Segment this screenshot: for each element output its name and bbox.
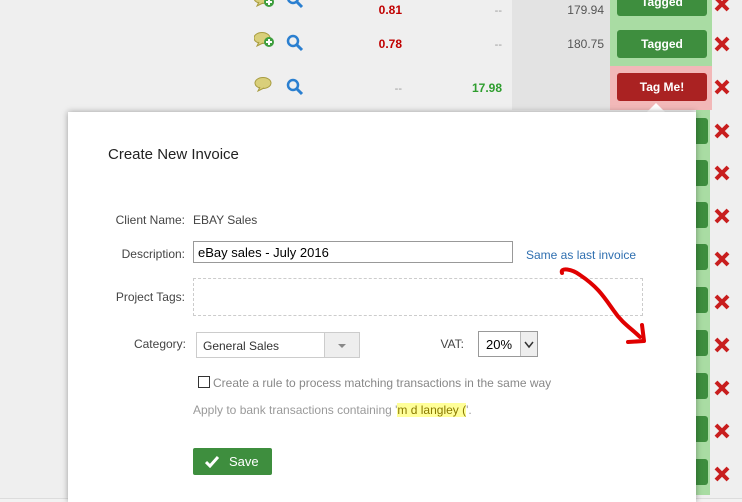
delete-icon[interactable] bbox=[713, 35, 731, 53]
vat-selected-value: 20% bbox=[486, 337, 513, 352]
annotation-arrow bbox=[559, 267, 646, 344]
delete-icon[interactable] bbox=[713, 207, 731, 225]
tagged-button[interactable] bbox=[696, 202, 708, 228]
search-icon[interactable] bbox=[286, 34, 304, 52]
client-name-label: Client Name: bbox=[115, 213, 185, 227]
table-row: -- 17.98 Tag Me! bbox=[0, 66, 742, 111]
tagged-button[interactable] bbox=[696, 459, 708, 485]
comment-add-icon[interactable] bbox=[254, 0, 274, 7]
apply-suffix: '. bbox=[466, 403, 472, 417]
tagged-button[interactable] bbox=[696, 287, 708, 313]
shaded-cell bbox=[512, 66, 610, 110]
delete-icon[interactable] bbox=[713, 379, 731, 397]
tagged-button[interactable]: Tagged bbox=[617, 30, 707, 58]
same-as-last-invoice-link[interactable]: Same as last invoice bbox=[526, 248, 636, 262]
amount-in: 17.98 bbox=[471, 81, 502, 95]
table-row: 0.81 -- 179.94 Tagged bbox=[0, 0, 742, 23]
chevron-down-icon bbox=[524, 341, 534, 349]
tagged-button[interactable]: Tagged bbox=[617, 0, 707, 16]
delete-icon[interactable] bbox=[713, 78, 731, 96]
dialog-title: Create New Invoice bbox=[108, 146, 239, 163]
delete-icon[interactable] bbox=[713, 422, 731, 440]
category-dropdown-button[interactable] bbox=[324, 333, 359, 357]
balance: 180.75 bbox=[567, 37, 604, 51]
save-button[interactable]: Save bbox=[193, 448, 272, 475]
apply-rule-text: Apply to bank transactions containing 'm… bbox=[193, 403, 472, 417]
table-row: 0.78 -- 180.75 Tagged bbox=[0, 22, 742, 67]
comment-icon[interactable] bbox=[254, 77, 274, 92]
tagged-button[interactable] bbox=[696, 373, 708, 399]
client-name-value: EBAY Sales bbox=[193, 213, 258, 227]
project-tags-label: Project Tags: bbox=[115, 290, 185, 304]
delete-icon[interactable] bbox=[713, 336, 731, 354]
vat-label: VAT: bbox=[440, 337, 464, 351]
chevron-down-icon bbox=[338, 344, 346, 348]
description-input[interactable] bbox=[193, 241, 513, 263]
tagged-button[interactable] bbox=[696, 244, 708, 270]
delete-icon[interactable] bbox=[713, 0, 731, 13]
delete-icon[interactable] bbox=[713, 465, 731, 483]
amount-in: -- bbox=[494, 5, 502, 17]
amount-out: -- bbox=[394, 83, 402, 95]
create-rule-label: Create a rule to process matching transa… bbox=[213, 376, 552, 390]
balance: 179.94 bbox=[567, 3, 604, 17]
vat-select[interactable]: 20% bbox=[478, 331, 538, 357]
amount-in: -- bbox=[494, 39, 502, 51]
tagged-button[interactable] bbox=[696, 416, 708, 442]
delete-icon[interactable] bbox=[713, 293, 731, 311]
checkmark-icon bbox=[205, 456, 219, 468]
comment-add-icon[interactable] bbox=[254, 32, 274, 47]
category-select[interactable]: General Sales bbox=[196, 332, 360, 358]
create-invoice-dialog: Create New Invoice Client Name: EBAY Sal… bbox=[68, 112, 696, 502]
delete-icon[interactable] bbox=[713, 250, 731, 268]
tagged-button[interactable] bbox=[696, 330, 708, 356]
create-rule-checkbox[interactable] bbox=[198, 376, 210, 388]
category-label: Category: bbox=[133, 337, 186, 351]
delete-icon[interactable] bbox=[713, 164, 731, 182]
category-selected-value: General Sales bbox=[203, 339, 280, 353]
tagged-button[interactable] bbox=[696, 118, 708, 144]
apply-prefix: Apply to bank transactions containing ' bbox=[193, 403, 398, 417]
tagged-button[interactable] bbox=[696, 160, 708, 186]
tag-me-button[interactable]: Tag Me! bbox=[617, 73, 707, 101]
search-icon[interactable] bbox=[286, 0, 304, 9]
amount-out: 0.81 bbox=[378, 3, 402, 17]
delete-icon[interactable] bbox=[713, 122, 731, 140]
amount-out: 0.78 bbox=[378, 37, 402, 51]
match-highlight: m d langley ( bbox=[397, 403, 467, 417]
vat-dropdown-button[interactable] bbox=[520, 332, 537, 356]
save-label: Save bbox=[229, 454, 259, 469]
search-icon[interactable] bbox=[286, 78, 304, 96]
description-label: Description: bbox=[121, 247, 185, 261]
